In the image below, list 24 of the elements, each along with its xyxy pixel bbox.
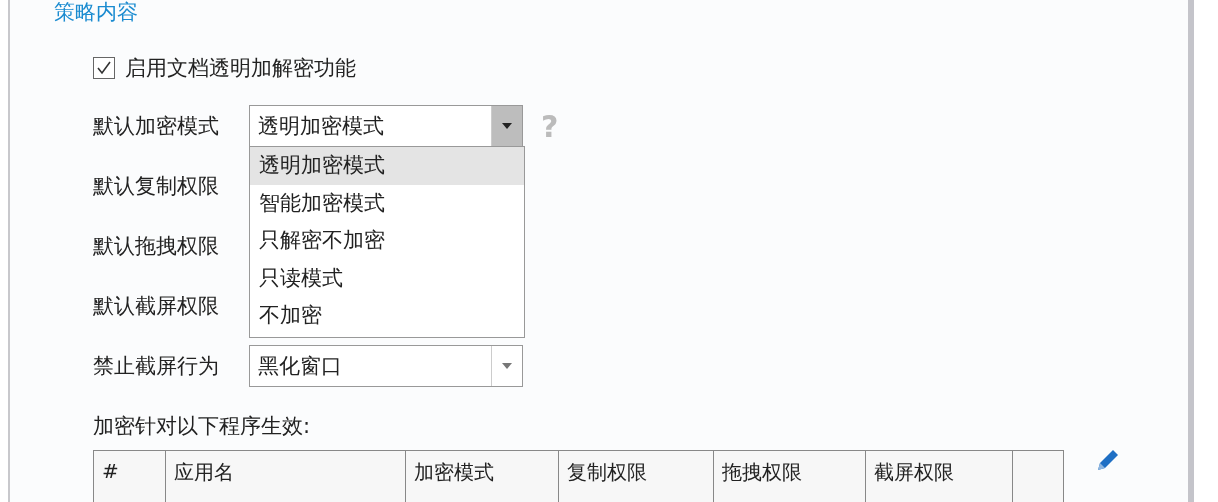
- dropdown[interactable]: 透明加密模式: [249, 105, 523, 147]
- setting-label: 默认拖拽权限: [93, 233, 220, 260]
- setting-label: 默认加密模式: [93, 113, 220, 140]
- checkbox-label: 启用文档透明加解密功能: [125, 55, 356, 82]
- column-header: 复制权限: [559, 451, 714, 502]
- table-caption: 加密针对以下程序生效:: [93, 413, 312, 440]
- column-header: 加密模式: [406, 451, 559, 502]
- dropdown-option[interactable]: 只解密不加密: [250, 222, 524, 260]
- caret-icon[interactable]: [501, 362, 513, 370]
- column-header: 截屏权限: [866, 451, 1013, 502]
- setting-label: 默认截屏权限: [93, 293, 220, 320]
- checkbox[interactable]: [93, 57, 115, 79]
- dropdown-option[interactable]: 透明加密模式: [250, 147, 524, 185]
- setting-label: 禁止截屏行为: [93, 353, 220, 380]
- column-header: 应用名: [166, 451, 406, 502]
- column-header: #: [94, 451, 166, 502]
- dropdown[interactable]: 黑化窗口: [249, 345, 523, 387]
- caret-icon[interactable]: [501, 122, 513, 130]
- setting-label: 默认复制权限: [93, 173, 220, 200]
- dropdown-option[interactable]: 智能加密模式: [250, 184, 524, 222]
- section-title: 策略内容: [54, 0, 139, 24]
- column-header: 拖拽权限: [714, 451, 866, 502]
- dropdown-option[interactable]: 只读模式: [250, 259, 524, 297]
- dropdown-option[interactable]: 不加密: [250, 297, 524, 335]
